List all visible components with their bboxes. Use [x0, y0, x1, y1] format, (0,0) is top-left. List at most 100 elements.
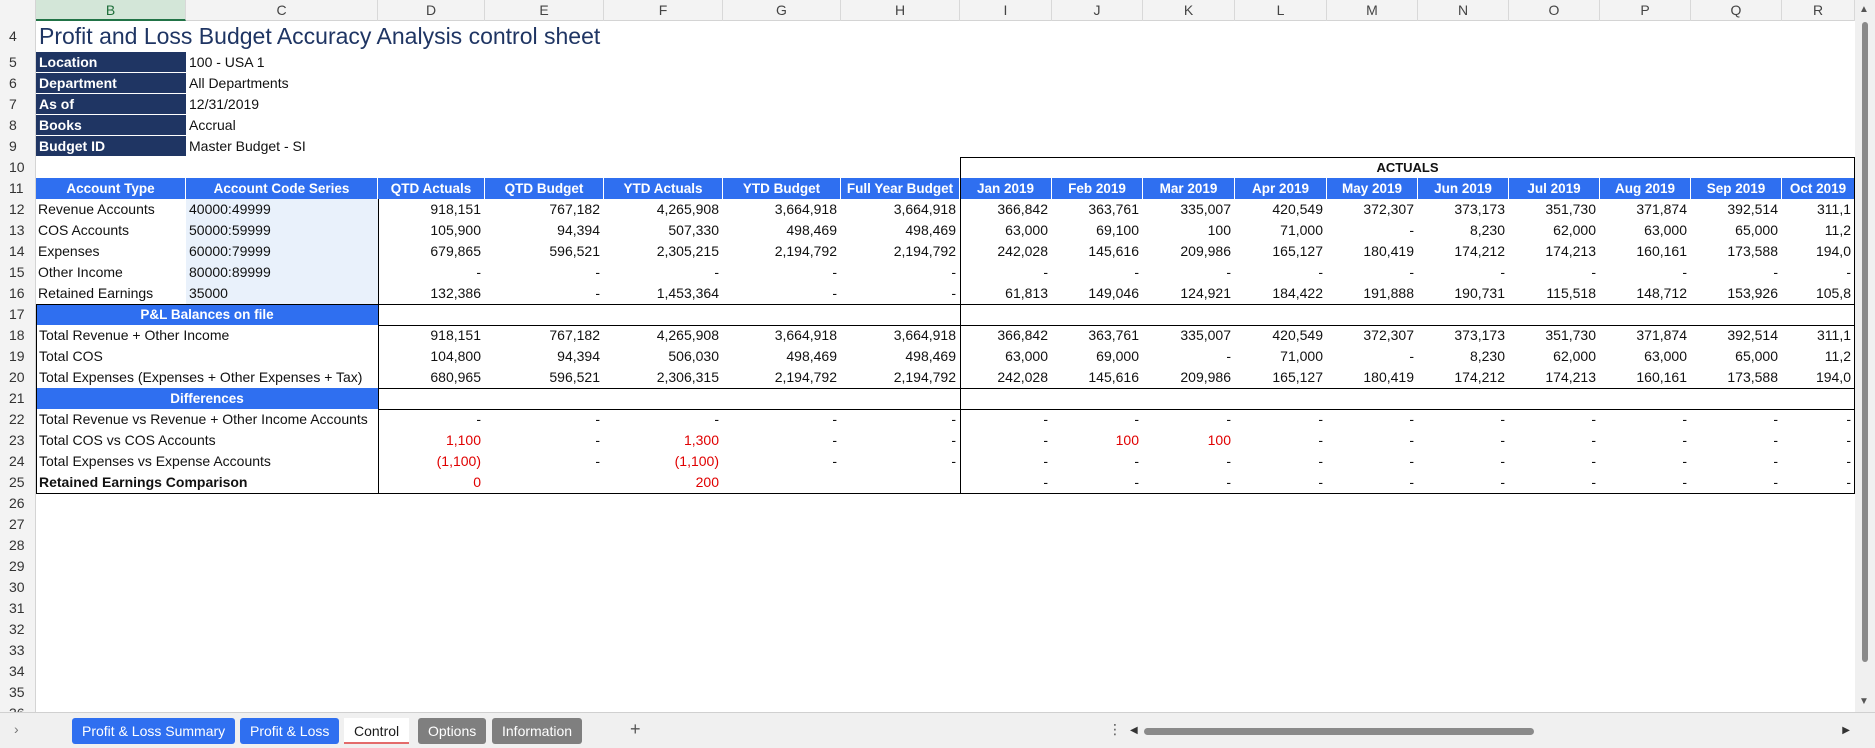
table-cell[interactable]: -	[1052, 472, 1143, 493]
row-header-14[interactable]: 14	[0, 241, 36, 262]
table-cell[interactable]: 194,0	[1782, 241, 1855, 262]
table-cell[interactable]: 62,000	[1509, 346, 1600, 367]
table-cell[interactable]: 351,730	[1509, 325, 1600, 346]
column-title[interactable]: Account Code Series	[186, 178, 378, 199]
row-header-29[interactable]: 29	[0, 556, 36, 577]
horizontal-scrollbar[interactable]: ◀ ▶	[1130, 725, 1850, 737]
table-cell[interactable]: 918,151	[378, 325, 485, 346]
table-cell[interactable]: -	[1235, 430, 1327, 451]
table-cell[interactable]: -	[1052, 409, 1143, 430]
table-cell[interactable]: -	[841, 430, 960, 451]
table-cell[interactable]: 8,230	[1418, 220, 1509, 241]
table-cell[interactable]: 498,469	[841, 346, 960, 367]
row-header-27[interactable]: 27	[0, 514, 36, 535]
row-header-16[interactable]: 16	[0, 283, 36, 304]
table-cell[interactable]: 105,900	[378, 220, 485, 241]
table-cell[interactable]: -	[1327, 220, 1418, 241]
table-cell[interactable]	[841, 472, 960, 493]
column-title[interactable]: Apr 2019	[1235, 178, 1327, 199]
row-header-34[interactable]: 34	[0, 661, 36, 682]
column-header-f[interactable]: F	[604, 0, 723, 21]
row-header-30[interactable]: 30	[0, 577, 36, 598]
table-cell[interactable]: (1,100)	[378, 451, 485, 472]
table-cell[interactable]: 2,194,792	[841, 241, 960, 262]
more-options-icon[interactable]: ⋮	[1108, 721, 1122, 738]
tab-control[interactable]: Control	[344, 718, 410, 744]
pl-row-label[interactable]: Total Expenses (Expenses + Other Expense…	[36, 367, 378, 388]
table-cell[interactable]: -	[1782, 472, 1855, 493]
table-cell[interactable]: -	[960, 262, 1052, 283]
table-cell[interactable]: -	[1418, 430, 1509, 451]
param-value[interactable]: 12/31/2019	[186, 94, 418, 115]
table-cell[interactable]: -	[1418, 409, 1509, 430]
table-cell[interactable]: 2,194,792	[841, 367, 960, 388]
table-cell[interactable]: -	[1600, 472, 1691, 493]
diff-row-label[interactable]: Total Revenue vs Revenue + Other Income …	[36, 409, 378, 430]
table-cell[interactable]: 145,616	[1052, 241, 1143, 262]
spreadsheet-grid[interactable]: BCDEFGHIJKLMNOPQR 4 5 6 7 8 9 10 11 12 13 14 15 16 17…	[0, 0, 1855, 712]
table-cell[interactable]: 3,664,918	[723, 325, 841, 346]
table-cell[interactable]: 2,306,315	[604, 367, 723, 388]
table-cell[interactable]: 180,419	[1327, 241, 1418, 262]
table-cell[interactable]: -	[1691, 472, 1782, 493]
table-cell[interactable]: -	[1235, 451, 1327, 472]
table-cell[interactable]: 366,842	[960, 325, 1052, 346]
table-cell[interactable]: -	[1327, 346, 1418, 367]
table-cell[interactable]: -	[485, 430, 604, 451]
table-cell[interactable]: -	[1691, 262, 1782, 283]
row-header-9[interactable]: 9	[0, 136, 36, 157]
table-cell[interactable]: 65,000	[1691, 220, 1782, 241]
table-cell[interactable]	[723, 472, 841, 493]
table-cell[interactable]: 160,161	[1600, 241, 1691, 262]
row-header-21[interactable]: 21	[0, 388, 36, 409]
column-header-n[interactable]: N	[1418, 0, 1509, 21]
table-cell[interactable]: 420,549	[1235, 325, 1327, 346]
table-cell[interactable]: 148,712	[1600, 283, 1691, 304]
row-header-6[interactable]: 6	[0, 73, 36, 94]
table-cell[interactable]: 184,422	[1235, 283, 1327, 304]
table-cell[interactable]: 767,182	[485, 325, 604, 346]
table-cell[interactable]: -	[960, 409, 1052, 430]
table-cell[interactable]: 165,127	[1235, 241, 1327, 262]
column-header-m[interactable]: M	[1327, 0, 1418, 21]
column-header-c[interactable]: C	[186, 0, 378, 21]
table-cell[interactable]: 173,588	[1691, 367, 1782, 388]
table-cell[interactable]: 242,028	[960, 241, 1052, 262]
table-cell[interactable]: -	[1509, 409, 1600, 430]
account-type[interactable]: Other Income	[36, 262, 186, 283]
row-header-17[interactable]: 17	[0, 304, 36, 325]
column-header-g[interactable]: G	[723, 0, 841, 21]
table-cell[interactable]: 100	[1052, 430, 1143, 451]
table-cell[interactable]: -	[1327, 430, 1418, 451]
table-cell[interactable]: 311,1	[1782, 199, 1855, 220]
table-cell[interactable]	[485, 472, 604, 493]
column-header-b[interactable]: B	[36, 0, 186, 21]
row-header-28[interactable]: 28	[0, 535, 36, 556]
table-cell[interactable]: -	[1143, 262, 1235, 283]
differences-section-header[interactable]: Differences	[36, 388, 378, 409]
column-title[interactable]: May 2019	[1327, 178, 1418, 199]
table-cell[interactable]: 62,000	[1509, 220, 1600, 241]
column-title[interactable]: QTD Actuals	[378, 178, 485, 199]
table-cell[interactable]: 100	[1143, 430, 1235, 451]
table-cell[interactable]: -	[723, 283, 841, 304]
pl-section-header[interactable]: P&L Balances on file	[36, 304, 378, 325]
table-cell[interactable]: -	[1782, 409, 1855, 430]
table-cell[interactable]: 35000	[186, 283, 378, 304]
table-cell[interactable]: 174,212	[1418, 241, 1509, 262]
table-cell[interactable]: 174,212	[1418, 367, 1509, 388]
table-cell[interactable]: -	[960, 430, 1052, 451]
table-cell[interactable]: -	[841, 283, 960, 304]
table-cell[interactable]: 3,664,918	[723, 199, 841, 220]
table-cell[interactable]: -	[1600, 451, 1691, 472]
table-cell[interactable]: -	[1052, 451, 1143, 472]
param-value[interactable]: All Departments	[186, 73, 418, 94]
table-cell[interactable]: 124,921	[1143, 283, 1235, 304]
table-cell[interactable]: 63,000	[960, 220, 1052, 241]
table-cell[interactable]: 1,100	[378, 430, 485, 451]
table-cell[interactable]: -	[723, 409, 841, 430]
table-cell[interactable]: -	[841, 262, 960, 283]
row-header-23[interactable]: 23	[0, 430, 36, 451]
table-cell[interactable]: -	[1782, 430, 1855, 451]
column-header-k[interactable]: K	[1143, 0, 1235, 21]
